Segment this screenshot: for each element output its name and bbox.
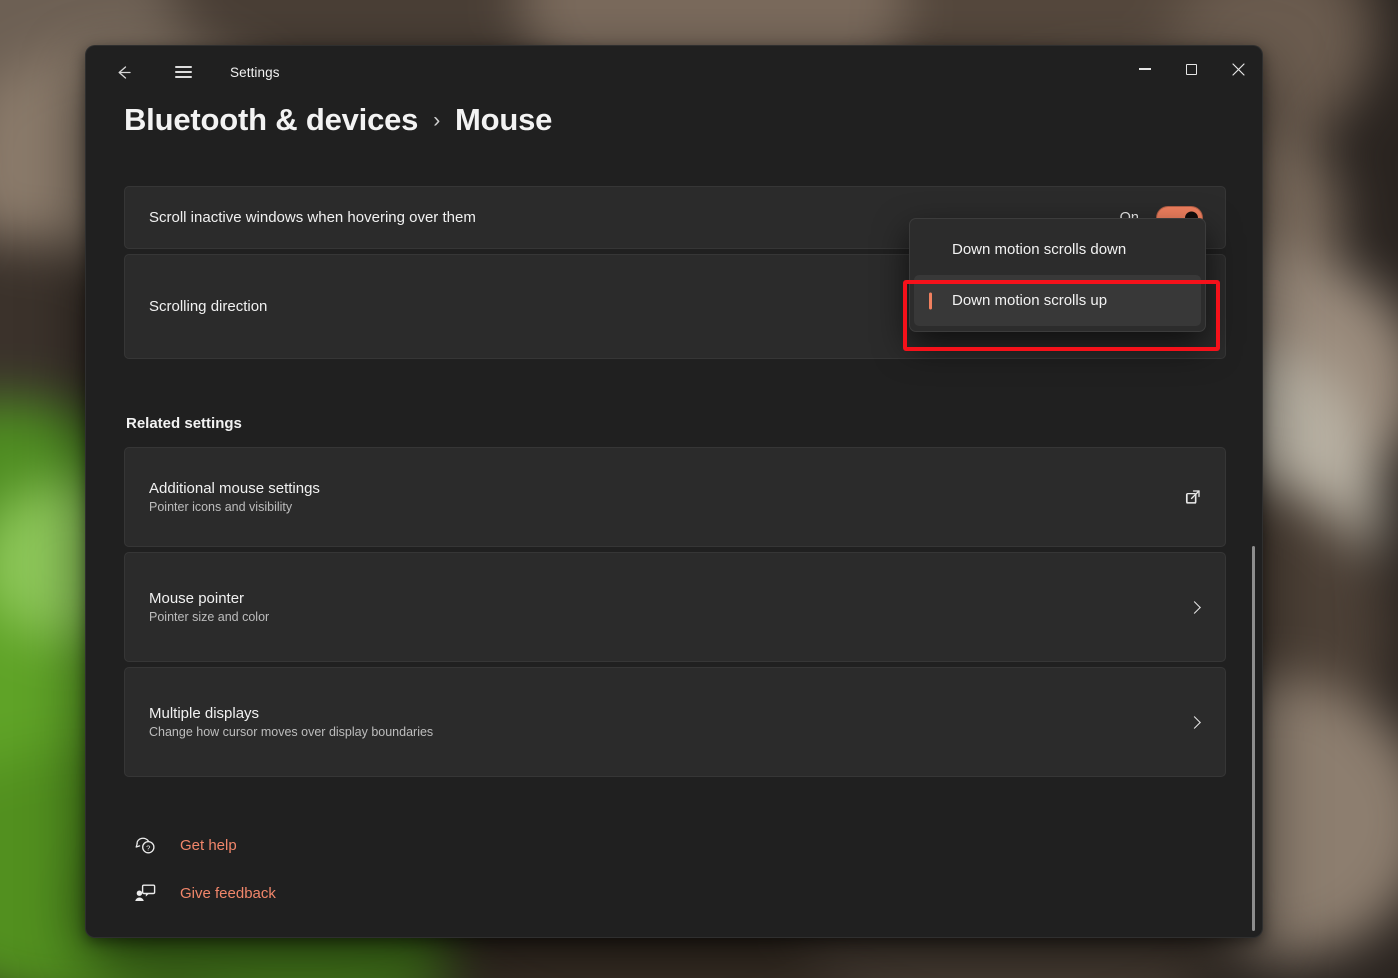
- hamburger-menu-icon: [175, 63, 192, 81]
- back-button[interactable]: [104, 53, 142, 91]
- related-item-text: Mouse pointer Pointer size and color: [149, 590, 269, 624]
- back-arrow-icon: [114, 63, 133, 82]
- close-icon: [1232, 63, 1245, 76]
- chevron-right-icon: [1190, 603, 1203, 612]
- related-item-subtitle: Pointer size and color: [149, 610, 269, 624]
- hamburger-menu-button[interactable]: [164, 53, 202, 91]
- help-question-bubble-icon: ?: [132, 832, 158, 858]
- minimize-button[interactable]: [1121, 46, 1168, 92]
- app-title: Settings: [230, 65, 280, 80]
- dropdown-option-label: Down motion scrolls up: [952, 292, 1107, 309]
- dropdown-option-label: Down motion scrolls down: [952, 241, 1126, 258]
- setting-title: Scrolling direction: [149, 298, 267, 315]
- related-item-text: Multiple displays Change how cursor move…: [149, 705, 433, 739]
- related-settings-heading: Related settings: [126, 415, 1226, 432]
- selection-accent-bar: [929, 292, 932, 309]
- maximize-button[interactable]: [1168, 46, 1215, 92]
- breadcrumb: Bluetooth & devices › Mouse: [86, 98, 1262, 138]
- vertical-scrollbar[interactable]: [1252, 546, 1255, 931]
- related-item-multiple-displays[interactable]: Multiple displays Change how cursor move…: [124, 667, 1226, 777]
- give-feedback-link[interactable]: Give feedback: [132, 869, 1226, 917]
- dropdown-option-down-motion-scrolls-down[interactable]: Down motion scrolls down: [914, 224, 1201, 275]
- external-link-icon: [1183, 487, 1203, 507]
- window-controls: [1121, 46, 1262, 98]
- related-item-title: Additional mouse settings: [149, 480, 320, 497]
- related-item-subtitle: Pointer icons and visibility: [149, 500, 320, 514]
- close-button[interactable]: [1215, 46, 1262, 92]
- setting-title: Scroll inactive windows when hovering ov…: [149, 209, 476, 226]
- scrolling-direction-dropdown-flyout: Down motion scrolls down Down motion scr…: [909, 218, 1206, 332]
- related-item-additional-mouse-settings[interactable]: Additional mouse settings Pointer icons …: [124, 447, 1226, 547]
- get-help-label: Get help: [180, 837, 237, 854]
- get-help-link[interactable]: ? Get help: [132, 821, 1226, 869]
- breadcrumb-current: Mouse: [455, 102, 552, 138]
- feedback-person-bubble-icon: [132, 880, 158, 906]
- related-item-subtitle: Change how cursor moves over display bou…: [149, 725, 433, 739]
- related-item-title: Mouse pointer: [149, 590, 269, 607]
- setting-row: Additional mouse settings Pointer icons …: [125, 448, 1225, 546]
- setting-row: Multiple displays Change how cursor move…: [125, 668, 1225, 776]
- breadcrumb-separator-icon: ›: [433, 109, 440, 133]
- related-item-mouse-pointer[interactable]: Mouse pointer Pointer size and color: [124, 552, 1226, 662]
- related-item-title: Multiple displays: [149, 705, 433, 722]
- title-bar: Settings: [86, 46, 1262, 98]
- minimize-icon: [1139, 68, 1151, 69]
- related-item-text: Additional mouse settings Pointer icons …: [149, 480, 320, 514]
- scrollbar-thumb[interactable]: [1252, 546, 1255, 931]
- dropdown-option-down-motion-scrolls-up[interactable]: Down motion scrolls up: [914, 275, 1201, 326]
- svg-text:?: ?: [146, 843, 150, 852]
- footer-links: ? Get help Give feedback: [124, 821, 1226, 917]
- give-feedback-label: Give feedback: [180, 885, 276, 902]
- breadcrumb-root[interactable]: Bluetooth & devices: [124, 102, 418, 138]
- setting-row: Mouse pointer Pointer size and color: [125, 553, 1225, 661]
- settings-window: Settings Bluetooth & devices › Mouse Scr…: [85, 45, 1263, 938]
- chevron-right-icon: [1190, 718, 1203, 727]
- maximize-icon: [1186, 64, 1197, 75]
